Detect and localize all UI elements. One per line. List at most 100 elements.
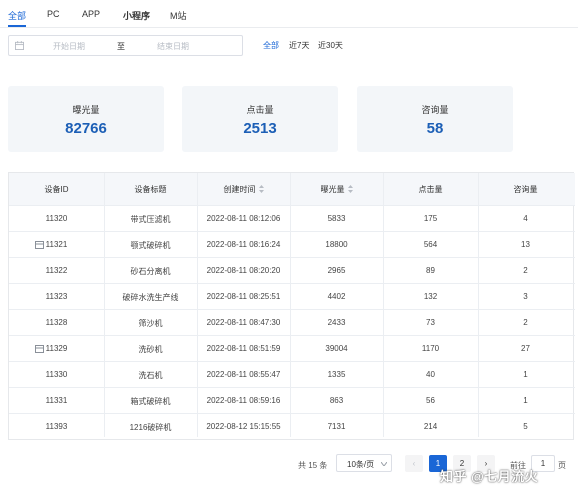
quick-range-30-days[interactable]: 近30天 [318, 40, 343, 51]
cell-device-id: 11328 [45, 318, 68, 327]
stat-card-inquiries: 咨询量 58 [357, 86, 513, 152]
cell-exposure: 39004 [325, 344, 348, 353]
table-row[interactable]: 11320 带式压滤机 2022-08-11 08:12:06 5833 175 4 [9, 205, 575, 231]
sort-icon[interactable] [258, 184, 264, 193]
cell-inquiries: 4 [523, 214, 528, 223]
cell-device-title: 洗石机 [138, 371, 163, 380]
stat-card-exposure: 曝光量 82766 [8, 86, 164, 152]
column-divider [383, 173, 384, 437]
cell-exposure: 863 [329, 396, 344, 405]
quick-range-all[interactable]: 全部 [263, 40, 279, 51]
cell-clicks: 132 [423, 292, 438, 301]
pagination-total: 共 15 条 [298, 461, 328, 470]
cell-inquiries: 3 [523, 292, 528, 301]
table-row[interactable]: 11321 颚式破碎机 2022-08-11 08:16:24 18800 564 13 [9, 231, 575, 257]
page-size-value: 10条/页 [347, 460, 375, 469]
channel-tabs: 全部 PC APP 小程序 M站 [0, 0, 578, 28]
column-header-device-id: 设备ID [44, 185, 69, 194]
cell-device-title: 箱式破碎机 [130, 397, 171, 406]
cell-clicks: 56 [426, 396, 435, 405]
prev-page-button[interactable]: ‹ [405, 455, 423, 472]
cell-device-title: 洗砂机 [138, 345, 163, 354]
tab-mini-program[interactable]: 小程序 [123, 9, 150, 22]
table-row[interactable]: 11393 1216破碎机 2022-08-12 15:15:55 7131 214 5 [9, 413, 575, 439]
column-divider [478, 173, 479, 437]
column-header-label: 曝光量 [320, 185, 345, 194]
start-date-input[interactable]: 开始日期 [53, 41, 85, 52]
table-row[interactable]: 11329 洗砂机 2022-08-11 08:51:59 39004 1170 27 [9, 335, 575, 361]
table-row[interactable]: 11323 破碎水洗生产线 2022-08-11 08:25:51 4402 132 3 [9, 283, 575, 309]
date-range-picker[interactable]: 开始日期 至 结束日期 [8, 35, 243, 56]
goto-page-suffix: 页 [558, 461, 566, 470]
cell-device-id: 11331 [45, 396, 68, 405]
table-row[interactable]: 11331 箱式破碎机 2022-08-11 08:59:16 863 56 1 [9, 387, 575, 413]
stat-card-clicks: 点击量 2513 [182, 86, 338, 152]
cell-inquiries: 2 [523, 318, 528, 327]
cell-device-title: 筛沙机 [138, 319, 163, 328]
date-separator: 至 [117, 42, 125, 51]
quick-range-7-days[interactable]: 近7天 [289, 40, 309, 51]
tab-pc[interactable]: PC [47, 9, 60, 19]
tab-all[interactable]: 全部 [8, 9, 26, 22]
cell-clicks: 175 [423, 214, 438, 223]
cell-inquiries: 5 [523, 422, 528, 431]
column-header-created-time[interactable]: 创建时间 [197, 184, 290, 195]
cell-device-id: 11330 [45, 370, 68, 379]
cell-device-title: 1216破碎机 [129, 423, 172, 432]
cell-device-title: 破碎水洗生产线 [122, 293, 179, 302]
cell-exposure: 2965 [327, 266, 346, 275]
stat-label: 点击量 [246, 105, 274, 115]
column-header-label: 创建时间 [223, 185, 256, 194]
cell-exposure: 4402 [327, 292, 346, 301]
cell-inquiries: 27 [521, 344, 530, 353]
cell-created-time: 2022-08-11 08:16:24 [206, 240, 281, 249]
column-divider [104, 173, 105, 437]
cell-device-id: 11322 [45, 266, 68, 275]
cell-exposure: 7131 [327, 422, 346, 431]
stat-label: 咨询量 [421, 105, 449, 115]
active-tab-indicator [8, 25, 26, 27]
cell-inquiries: 13 [521, 240, 530, 249]
column-header-device-title: 设备标题 [134, 185, 167, 194]
stat-value: 58 [426, 120, 444, 137]
cell-inquiries: 1 [523, 370, 528, 379]
cell-clicks: 564 [423, 240, 438, 249]
cell-created-time: 2022-08-11 08:47:30 [206, 318, 281, 327]
cell-device-id: 11393 [45, 422, 68, 431]
sort-icon[interactable] [347, 184, 353, 193]
stat-value: 2513 [243, 120, 277, 137]
device-stats-table: 设备ID 设备标题 创建时间 曝光量 点击量 咨询量 11320 带式压滤机 202… [8, 172, 575, 440]
device-tag-icon [35, 241, 44, 249]
table-row[interactable]: 11330 洗石机 2022-08-11 08:55:47 1335 40 1 [9, 361, 575, 387]
cell-created-time: 2022-08-11 08:12:06 [206, 214, 281, 223]
cell-created-time: 2022-08-11 08:51:59 [206, 344, 281, 353]
table-header-row: 设备ID 设备标题 创建时间 曝光量 点击量 咨询量 [9, 173, 575, 205]
tab-m-site[interactable]: M站 [170, 9, 187, 22]
page-size-select[interactable]: 10条/页 [336, 454, 392, 472]
stat-label: 曝光量 [72, 105, 100, 115]
cell-device-id: 11323 [45, 292, 68, 301]
cell-device-title: 带式压滤机 [130, 215, 171, 224]
cell-device-id: 11321 [45, 240, 68, 249]
cell-inquiries: 1 [523, 396, 528, 405]
watermark: 知乎 @七月流火 [440, 469, 539, 484]
tab-app[interactable]: APP [82, 9, 100, 19]
table-row[interactable]: 11322 砂石分离机 2022-08-11 08:20:20 2965 89 2 [9, 257, 575, 283]
cell-device-id: 11320 [45, 214, 68, 223]
stat-value: 82766 [65, 120, 107, 137]
cell-created-time: 2022-08-11 08:20:20 [206, 266, 281, 275]
column-header-exposure[interactable]: 曝光量 [290, 184, 383, 195]
cell-created-time: 2022-08-11 08:25:51 [206, 292, 281, 301]
cell-exposure: 5833 [327, 214, 346, 223]
cell-clicks: 1170 [421, 344, 440, 353]
column-header-clicks: 点击量 [418, 185, 443, 194]
cell-created-time: 2022-08-12 15:15:55 [206, 422, 281, 431]
column-header-inquiries: 咨询量 [513, 185, 538, 194]
table-row[interactable]: 11328 筛沙机 2022-08-11 08:47:30 2433 73 2 [9, 309, 575, 335]
cell-created-time: 2022-08-11 08:59:16 [206, 396, 281, 405]
cell-exposure: 1335 [327, 370, 346, 379]
end-date-input[interactable]: 结束日期 [157, 41, 189, 52]
cell-clicks: 214 [423, 422, 438, 431]
cell-device-title: 颚式破碎机 [130, 241, 171, 250]
cell-clicks: 89 [426, 266, 435, 275]
